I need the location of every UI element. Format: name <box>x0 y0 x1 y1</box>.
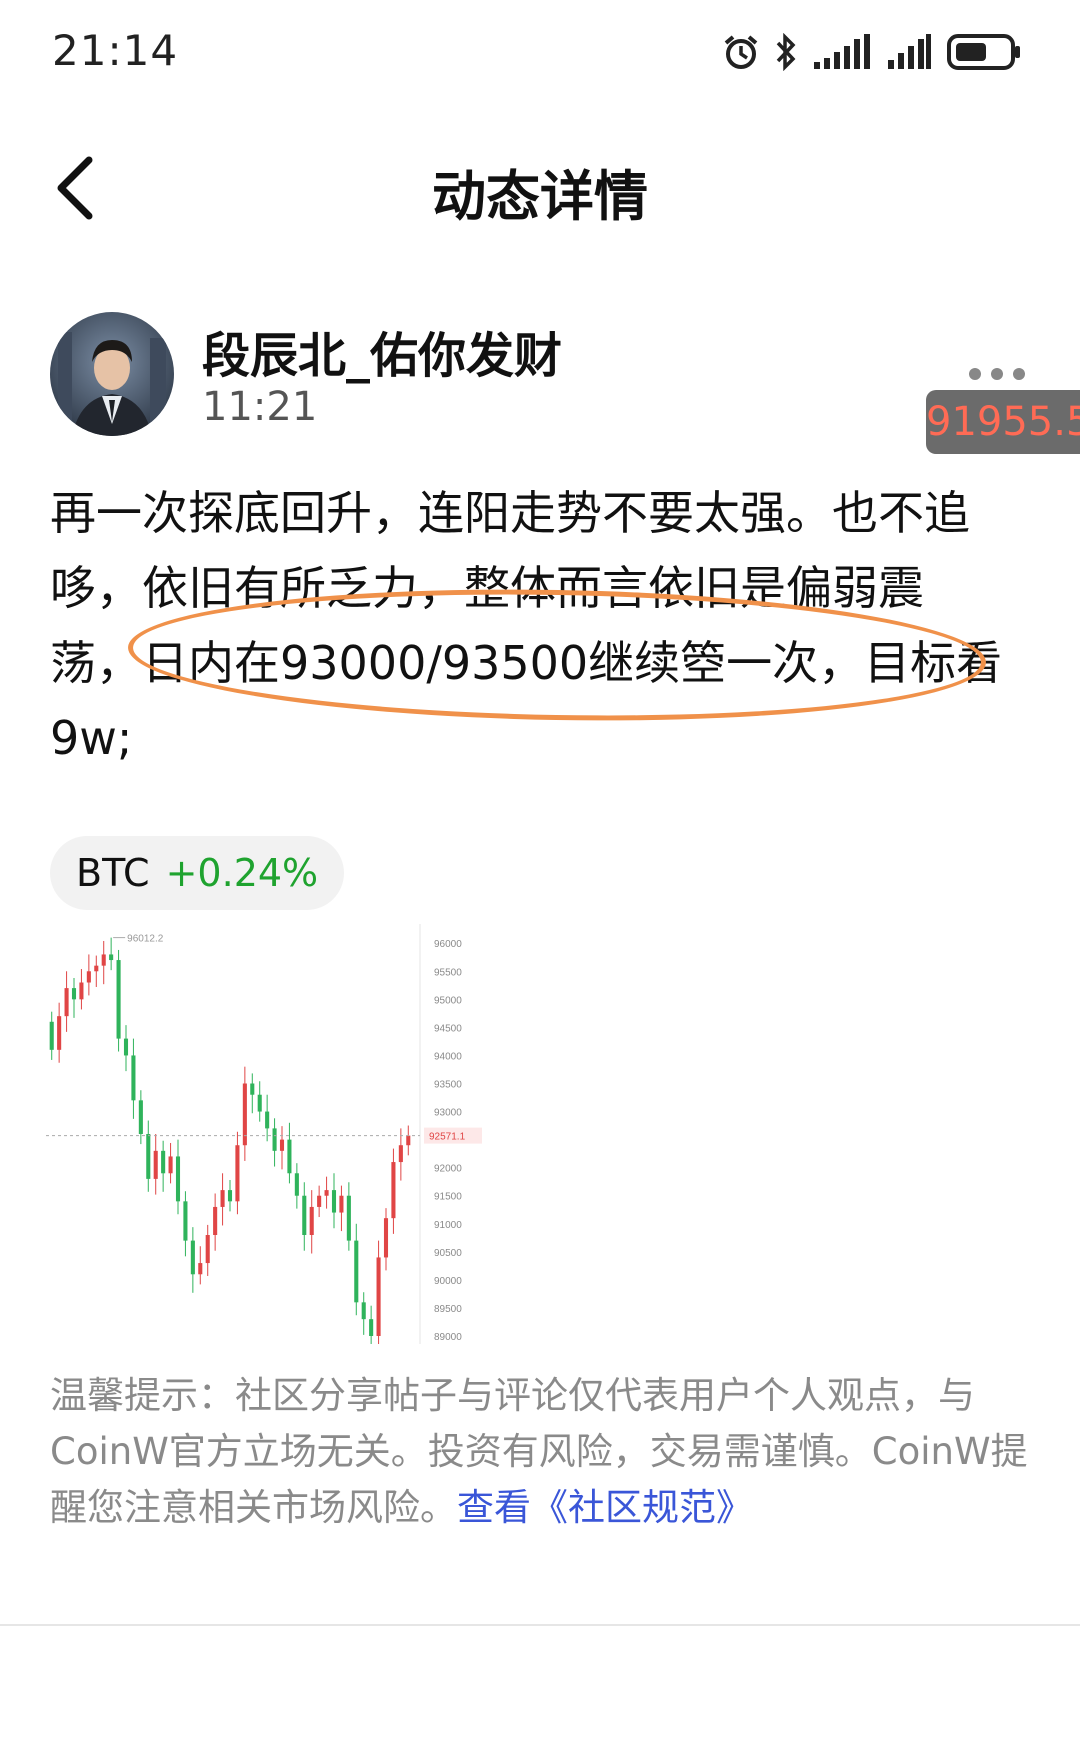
avatar[interactable] <box>50 312 174 436</box>
candle-body <box>183 1201 188 1241</box>
y-tick-label: 93500 <box>434 1080 462 1091</box>
floating-price-badge[interactable]: 91955.5 <box>926 390 1080 454</box>
candle-body <box>406 1135 411 1146</box>
author-name[interactable]: 段辰北_佑你发财 <box>202 316 562 386</box>
candle-body <box>250 1083 255 1095</box>
y-tick-label: 89000 <box>434 1332 462 1343</box>
y-tick-label: 90000 <box>434 1276 462 1287</box>
candle-body <box>161 1150 166 1174</box>
status-time: 21:14 <box>52 26 179 75</box>
community-rules-link[interactable]: 查看《社区规范》 <box>457 1486 753 1529</box>
candle-body <box>391 1162 396 1219</box>
current-price-label: 92571.1 <box>429 1132 466 1143</box>
coin-change: +0.24% <box>165 851 319 895</box>
candle-body <box>168 1156 173 1174</box>
candle-body <box>109 954 114 961</box>
y-tick-label: 90500 <box>434 1248 462 1259</box>
candle-body <box>302 1195 307 1235</box>
nav-bar: 动态详情 <box>0 130 1080 240</box>
y-tick-label: 92000 <box>434 1164 462 1175</box>
candle-body <box>287 1139 292 1174</box>
chart-image[interactable]: 96000 95500 95000 94500 94000 93500 93000 92000… <box>46 924 486 1355</box>
candlestick-chart: 96000 95500 95000 94500 94000 93500 93000 92000… <box>46 924 486 1355</box>
y-tick-label: 96000 <box>434 939 462 950</box>
candle-body <box>317 1195 322 1207</box>
bluetooth-icon <box>776 33 796 71</box>
candle-body <box>369 1319 374 1336</box>
y-tick-label: 91000 <box>434 1220 462 1231</box>
y-tick-label: 94000 <box>434 1051 462 1062</box>
y-tick-label: 94500 <box>434 1023 462 1034</box>
candle-body <box>71 988 77 1000</box>
candle-body <box>331 1190 337 1213</box>
candle-body <box>339 1195 344 1213</box>
candle-body <box>227 1190 233 1202</box>
candle-body <box>116 960 121 1039</box>
candle-body <box>220 1190 225 1207</box>
y-tick-label: 95000 <box>434 995 462 1006</box>
more-horizontal-icon <box>969 368 981 380</box>
candle-body <box>146 1134 151 1179</box>
signal-icon <box>888 34 931 69</box>
status-bar: 21:14 <box>0 0 1080 100</box>
candle-body <box>198 1263 203 1275</box>
high-price-label: 96012.2 <box>127 934 164 945</box>
candle-body <box>383 1218 389 1258</box>
more-button[interactable] <box>964 358 1030 390</box>
candle-body <box>131 1055 136 1101</box>
candle-body <box>257 1094 262 1112</box>
y-tick-label: 89500 <box>434 1304 462 1315</box>
post-time: 11:21 <box>202 384 318 430</box>
candle-body <box>138 1100 143 1134</box>
alarm-icon <box>724 35 758 69</box>
candle-body <box>94 965 99 972</box>
candle-body <box>123 1038 129 1056</box>
candle-body <box>398 1145 403 1163</box>
candle-body <box>57 1016 62 1050</box>
page-title: 动态详情 <box>432 165 648 228</box>
post-content: 再一次探底回升，连阳走势不要太强。也不追哆，依旧有所乏力，整体而言依旧是偏弱震荡… <box>50 486 1003 765</box>
candle-body <box>86 971 91 983</box>
divider <box>0 1624 1080 1626</box>
candle-body <box>272 1128 277 1151</box>
coin-tag[interactable]: BTC +0.24% <box>50 836 345 910</box>
candle-body <box>376 1257 381 1336</box>
candle-body <box>361 1302 366 1320</box>
candle-body <box>64 988 69 1017</box>
candle-body <box>265 1111 270 1129</box>
candle-body <box>294 1173 299 1196</box>
coin-symbol: BTC <box>76 851 150 895</box>
candle-body <box>205 1235 210 1264</box>
candle-body <box>153 1150 158 1179</box>
candle-body <box>213 1206 218 1235</box>
candle-body <box>279 1139 285 1151</box>
disclaimer: 温馨提示：社区分享帖子与评论仅代表用户个人观点，与CoinW官方立场无关。投资有… <box>50 1368 1040 1536</box>
candle-body <box>101 954 106 966</box>
candle-body <box>190 1240 195 1275</box>
y-tick-label: 93000 <box>434 1108 462 1119</box>
author-row: 段辰北_佑你发财 11:21 <box>50 312 1050 442</box>
candle-body <box>346 1195 351 1241</box>
candle-body <box>324 1190 329 1196</box>
candle-body <box>49 1021 54 1050</box>
candle-body <box>354 1240 359 1303</box>
candle-body <box>309 1206 314 1235</box>
candle-body <box>79 982 84 1000</box>
status-icons <box>722 30 1022 74</box>
y-tick-label: 95500 <box>434 967 462 978</box>
candle-body <box>235 1145 240 1202</box>
battery-icon <box>947 34 1020 70</box>
signal-icon <box>814 34 870 69</box>
y-tick-label: 91500 <box>434 1192 462 1203</box>
candle-body <box>175 1156 181 1202</box>
